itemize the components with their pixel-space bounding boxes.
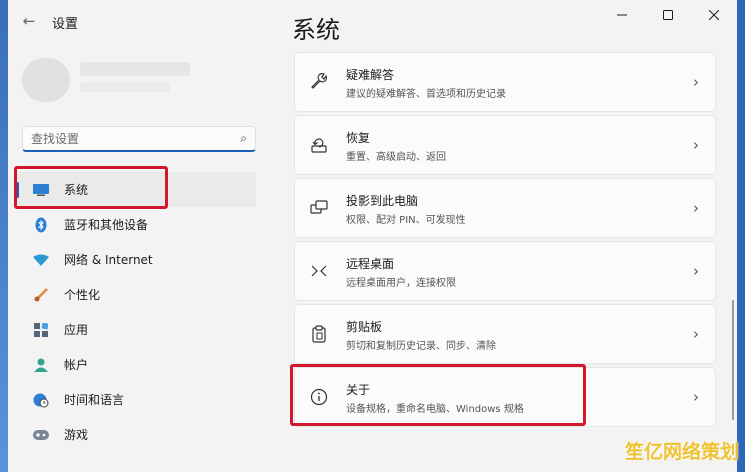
close-icon[interactable] bbox=[691, 0, 737, 30]
app-title: 设置 bbox=[52, 17, 79, 32]
card-recovery[interactable]: 恢复 重置、高级启动、返回 › bbox=[294, 115, 716, 175]
sidebar-item-label: 帐户 bbox=[64, 358, 89, 372]
recovery-icon bbox=[309, 135, 329, 155]
user-name-blurred bbox=[80, 62, 190, 76]
sidebar-nav: 系统 蓝牙和其他设备 网络 & Internet 个性化 应用 帐户 时间和语言… bbox=[16, 172, 256, 452]
apps-icon bbox=[32, 322, 50, 338]
user-email-blurred bbox=[80, 82, 170, 92]
minimize-icon[interactable] bbox=[599, 0, 645, 30]
chevron-right-icon: › bbox=[693, 262, 699, 280]
sidebar-item-apps[interactable]: 应用 bbox=[16, 312, 256, 347]
watermark: 笙亿网络策划 bbox=[624, 441, 739, 463]
chevron-right-icon: › bbox=[693, 136, 699, 154]
sidebar-item-personalization[interactable]: 个性化 bbox=[16, 277, 256, 312]
sidebar-item-label: 时间和语言 bbox=[64, 393, 125, 407]
card-title: 疑难解答 bbox=[346, 68, 395, 82]
desktop-edge-left bbox=[0, 0, 8, 472]
project-icon bbox=[309, 198, 329, 218]
card-subtitle: 重置、高级启动、返回 bbox=[346, 152, 446, 163]
window-controls bbox=[599, 0, 737, 30]
sidebar-item-accounts[interactable]: 帐户 bbox=[16, 347, 256, 382]
clipboard-icon bbox=[309, 324, 329, 344]
network-icon bbox=[32, 252, 50, 268]
user-profile[interactable] bbox=[22, 56, 192, 104]
sidebar-item-label: 个性化 bbox=[64, 288, 101, 302]
card-title: 远程桌面 bbox=[346, 257, 395, 271]
card-remote-desktop[interactable]: 远程桌面 远程桌面用户，连接权限 › bbox=[294, 241, 716, 301]
card-troubleshoot[interactable]: 疑难解答 建议的疑难解答、首选项和历史记录 › bbox=[294, 52, 716, 112]
sidebar-item-time-language[interactable]: 时间和语言 bbox=[16, 382, 256, 417]
sidebar-item-network[interactable]: 网络 & Internet bbox=[16, 242, 256, 277]
card-subtitle: 建议的疑难解答、首选项和历史记录 bbox=[346, 89, 506, 100]
card-title: 投影到此电脑 bbox=[346, 194, 419, 208]
sidebar-item-label: 游戏 bbox=[64, 428, 89, 442]
maximize-icon[interactable] bbox=[645, 0, 691, 30]
sidebar-item-label: 应用 bbox=[64, 323, 89, 337]
highlight-box-about bbox=[290, 364, 586, 426]
card-title: 剪贴板 bbox=[346, 320, 383, 334]
card-subtitle: 剪切和复制历史记录、同步、清除 bbox=[346, 341, 496, 352]
account-icon bbox=[32, 357, 50, 373]
wrench-icon bbox=[309, 72, 329, 92]
highlight-box-system bbox=[14, 166, 168, 209]
sidebar-item-bluetooth[interactable]: 蓝牙和其他设备 bbox=[16, 207, 256, 242]
desktop-edge-right bbox=[737, 0, 745, 472]
gamepad-icon bbox=[32, 427, 50, 443]
card-title: 恢复 bbox=[346, 131, 371, 145]
settings-window: ← 设置 ⌕ 系统 bbox=[8, 0, 737, 472]
back-arrow-icon[interactable]: ← bbox=[20, 12, 38, 30]
sidebar-item-gaming[interactable]: 游戏 bbox=[16, 417, 256, 452]
avatar bbox=[22, 58, 70, 102]
search-box[interactable]: ⌕ bbox=[22, 126, 256, 152]
search-icon[interactable]: ⌕ bbox=[240, 131, 247, 146]
chevron-right-icon: › bbox=[693, 73, 699, 91]
sidebar-item-label: 蓝牙和其他设备 bbox=[64, 218, 149, 232]
remote-desktop-icon bbox=[309, 261, 329, 281]
chevron-right-icon: › bbox=[693, 388, 699, 406]
card-clipboard[interactable]: 剪贴板 剪切和复制历史记录、同步、清除 › bbox=[294, 304, 716, 364]
scrollbar[interactable] bbox=[732, 300, 734, 420]
globe-clock-icon bbox=[32, 392, 50, 408]
sidebar-item-label: 网络 & Internet bbox=[64, 253, 153, 267]
brush-icon bbox=[32, 287, 50, 303]
title-bar: ← 设置 bbox=[8, 0, 737, 44]
chevron-right-icon: › bbox=[693, 325, 699, 343]
card-subtitle: 权限、配对 PIN、可发现性 bbox=[346, 215, 466, 226]
search-input[interactable] bbox=[31, 131, 221, 147]
card-project[interactable]: 投影到此电脑 权限、配对 PIN、可发现性 › bbox=[294, 178, 716, 238]
page-title: 系统 bbox=[292, 16, 340, 44]
chevron-right-icon: › bbox=[693, 199, 699, 217]
bluetooth-icon bbox=[32, 217, 50, 233]
card-subtitle: 远程桌面用户，连接权限 bbox=[346, 278, 456, 289]
